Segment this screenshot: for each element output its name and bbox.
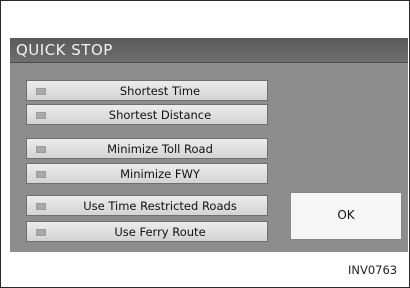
checkbox-indicator-icon bbox=[36, 146, 46, 153]
ok-button-label: OK bbox=[337, 208, 355, 222]
option-label: Use Time Restricted Roads bbox=[83, 199, 237, 213]
option-minimize-toll-road[interactable]: Minimize Toll Road bbox=[26, 138, 268, 159]
option-label: Shortest Time bbox=[119, 84, 201, 98]
option-use-time-restricted-roads[interactable]: Use Time Restricted Roads bbox=[26, 195, 268, 216]
ok-button[interactable]: OK bbox=[290, 192, 402, 240]
checkbox-indicator-icon bbox=[36, 229, 46, 236]
option-label: Minimize Toll Road bbox=[107, 142, 213, 156]
option-label: Shortest Distance bbox=[108, 108, 212, 122]
option-shortest-time[interactable]: Shortest Time bbox=[26, 80, 268, 101]
option-label: Use Ferry Route bbox=[114, 225, 206, 239]
checkbox-indicator-icon bbox=[36, 171, 46, 178]
dialog-title: QUICK STOP bbox=[16, 41, 113, 59]
checkbox-indicator-icon bbox=[36, 112, 46, 119]
checkbox-indicator-icon bbox=[36, 88, 46, 95]
option-label: Minimize FWY bbox=[120, 167, 200, 181]
checkbox-indicator-icon bbox=[36, 203, 46, 210]
title-bar: QUICK STOP bbox=[10, 38, 408, 63]
figure-code: INV0763 bbox=[348, 263, 398, 277]
option-minimize-fwy[interactable]: Minimize FWY bbox=[26, 163, 268, 184]
option-shortest-distance[interactable]: Shortest Distance bbox=[26, 104, 268, 125]
option-use-ferry-route[interactable]: Use Ferry Route bbox=[26, 221, 268, 242]
